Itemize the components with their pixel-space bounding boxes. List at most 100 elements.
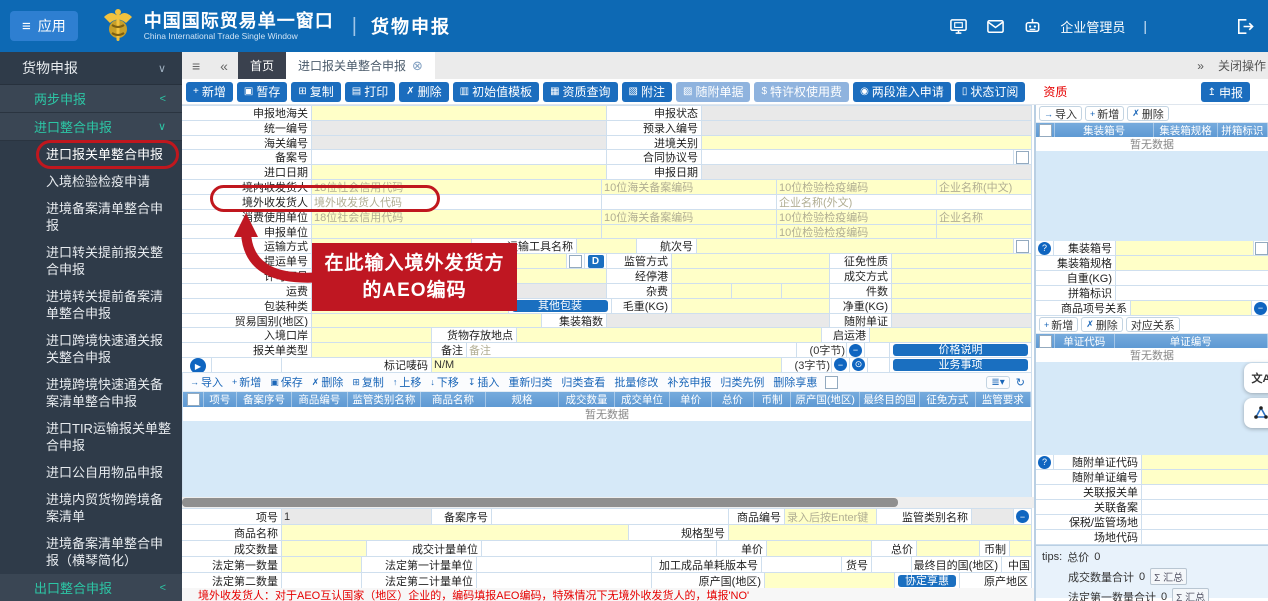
assistant-robot-icon[interactable] [1023, 17, 1042, 36]
goods-toolbar-button[interactable]: 重新归类 [504, 374, 556, 390]
refresh-icon[interactable]: ↻ [1016, 376, 1025, 389]
panel-button[interactable]: +新增 [1085, 106, 1124, 121]
sidebar-item[interactable]: 进境备案清单整合申报 [0, 195, 182, 239]
goods-toolbar-button[interactable]: 补充申报 [663, 374, 715, 390]
form-input[interactable] [282, 557, 362, 572]
declare-button[interactable]: ↥ 申报 [1201, 82, 1250, 102]
sidebar-item[interactable]: 入境检验检疫申请 [0, 168, 182, 195]
form-input[interactable] [482, 541, 717, 556]
toolbar-button[interactable]: +新增 [186, 82, 233, 102]
toolbar-button[interactable]: ▨随附单据 [676, 82, 750, 102]
circle-icon-button[interactable]: ? [1038, 456, 1051, 469]
form-input[interactable] [672, 299, 830, 313]
toolbar-button[interactable]: ▦资质查询 [543, 82, 617, 102]
toolbar-button[interactable]: ▣暂存 [237, 82, 287, 102]
form-input[interactable] [502, 284, 607, 298]
qualification-link[interactable]: 资质 [1043, 83, 1067, 100]
form-input[interactable] [1142, 470, 1268, 484]
logout-icon[interactable] [1235, 17, 1254, 36]
apps-menu-button[interactable]: ≡ 应用 [10, 11, 78, 41]
mail-icon[interactable] [986, 17, 1005, 36]
sidebar-item[interactable]: 进境转关提前备案清单整合申报 [0, 283, 182, 327]
form-input[interactable] [477, 573, 652, 588]
sidebar-item-active[interactable]: 进口报关单整合申报 [0, 141, 182, 168]
form-input[interactable]: 企业名称(中文) [937, 180, 1032, 194]
goods-toolbar-button[interactable]: ↧插入 [464, 374, 504, 390]
panel-button[interactable]: ✗删除 [1127, 106, 1169, 121]
sum-button[interactable]: Σ 汇总 [1172, 588, 1209, 601]
form-input[interactable] [312, 314, 542, 328]
sidebar-group[interactable]: 进口整合申报∨ [0, 113, 182, 141]
form-input[interactable] [312, 106, 607, 120]
form-input[interactable] [1142, 530, 1268, 544]
circle-icon-button[interactable]: − [849, 344, 862, 357]
translate-float-button[interactable]: 文A [1244, 363, 1268, 393]
checkbox[interactable] [1255, 242, 1268, 255]
form-input[interactable] [312, 165, 607, 179]
form-input[interactable] [1142, 455, 1268, 469]
form-input[interactable] [892, 299, 1032, 313]
relation-graph-float-button[interactable] [1244, 398, 1268, 428]
tab-menu-icon[interactable]: ≡ [182, 52, 210, 79]
checkbox[interactable] [825, 376, 838, 389]
sidebar-item[interactable]: 进口TIR运输报关单整合申报 [0, 415, 182, 459]
toolbar-button[interactable]: ▧附注 [622, 82, 672, 102]
circle-icon-button[interactable]: − [1254, 302, 1267, 315]
toolbar-button[interactable]: ◉两段准入申请 [853, 82, 951, 102]
form-input[interactable] [702, 136, 1032, 150]
sidebar-item[interactable]: 进境内贸货物跨境备案清单 [0, 486, 182, 530]
form-action-button[interactable]: 协定享惠 [898, 575, 956, 587]
panel-button[interactable]: ✗删除 [1081, 317, 1123, 332]
sum-button[interactable]: Σ 汇总 [1150, 568, 1187, 585]
sidebar-root-cargo-declare[interactable]: 货物申报 ∨ [0, 52, 182, 85]
tab-close-icon[interactable]: ⊗ [412, 58, 423, 74]
form-input[interactable]: 企业名称 [937, 210, 1032, 224]
form-input[interactable]: 备注 [467, 343, 797, 357]
form-input[interactable]: 10位海关备案编码 [602, 180, 777, 194]
form-input[interactable] [312, 136, 607, 150]
form-input[interactable] [732, 284, 782, 298]
goods-toolbar-button[interactable]: 归类先例 [716, 374, 768, 390]
goods-toolbar-button[interactable]: 归类查看 [557, 374, 609, 390]
form-input[interactable] [312, 225, 602, 239]
toolbar-button[interactable]: $特许权使用费 [754, 82, 849, 102]
form-input[interactable] [282, 541, 367, 556]
toolbar-button[interactable]: ⊞复制 [291, 82, 340, 102]
checkbox[interactable] [1016, 151, 1029, 164]
form-input[interactable] [937, 225, 1032, 239]
circle-icon-button[interactable]: ⊙ [852, 358, 865, 371]
form-input[interactable] [1116, 256, 1268, 270]
form-input[interactable] [602, 195, 777, 209]
circle-icon-button[interactable]: − [1016, 510, 1029, 523]
sidebar-group[interactable]: 出口整合申报< [0, 574, 182, 601]
sidebar-item[interactable]: 进口跨境快速通关报关整合申报 [0, 327, 182, 371]
form-input[interactable]: 10位检验检疫编码 [777, 210, 937, 224]
form-input[interactable] [702, 106, 1032, 120]
goods-toolbar-button[interactable]: +新增 [228, 374, 265, 390]
form-input[interactable] [872, 557, 912, 572]
panel-button[interactable]: +新增 [1039, 317, 1078, 332]
select-all-checkbox[interactable] [1039, 124, 1052, 137]
goods-toolbar-button[interactable]: →导入 [186, 374, 227, 390]
tab-home[interactable]: 首页 [238, 52, 286, 79]
form-input[interactable]: 企业名称(外文) [777, 195, 1032, 209]
toolbar-button[interactable]: ✗删除 [399, 82, 448, 102]
sidebar-item[interactable]: 进境备案清单整合申报（横琴简化） [0, 530, 182, 574]
form-input[interactable] [1142, 515, 1268, 529]
form-input[interactable] [602, 225, 777, 239]
form-input[interactable] [477, 557, 652, 572]
circle-icon-button[interactable]: − [834, 358, 847, 371]
form-input[interactable] [672, 269, 830, 283]
toolbar-button[interactable]: ▯状态订阅 [955, 82, 1026, 102]
form-input[interactable]: 10位海关备案编码 [602, 210, 777, 224]
form-input[interactable] [767, 541, 872, 556]
form-input[interactable] [702, 121, 1032, 135]
workbench-icon[interactable] [949, 17, 968, 36]
form-input[interactable]: 18位社会信用代码 [312, 180, 602, 194]
form-input[interactable]: N/M [432, 358, 782, 372]
form-input[interactable] [892, 284, 1032, 298]
form-input[interactable] [312, 150, 607, 164]
sidebar-item[interactable]: 进口公自用物品申报 [0, 459, 182, 486]
form-input[interactable] [762, 557, 842, 572]
select-all-checkbox[interactable] [187, 393, 200, 406]
